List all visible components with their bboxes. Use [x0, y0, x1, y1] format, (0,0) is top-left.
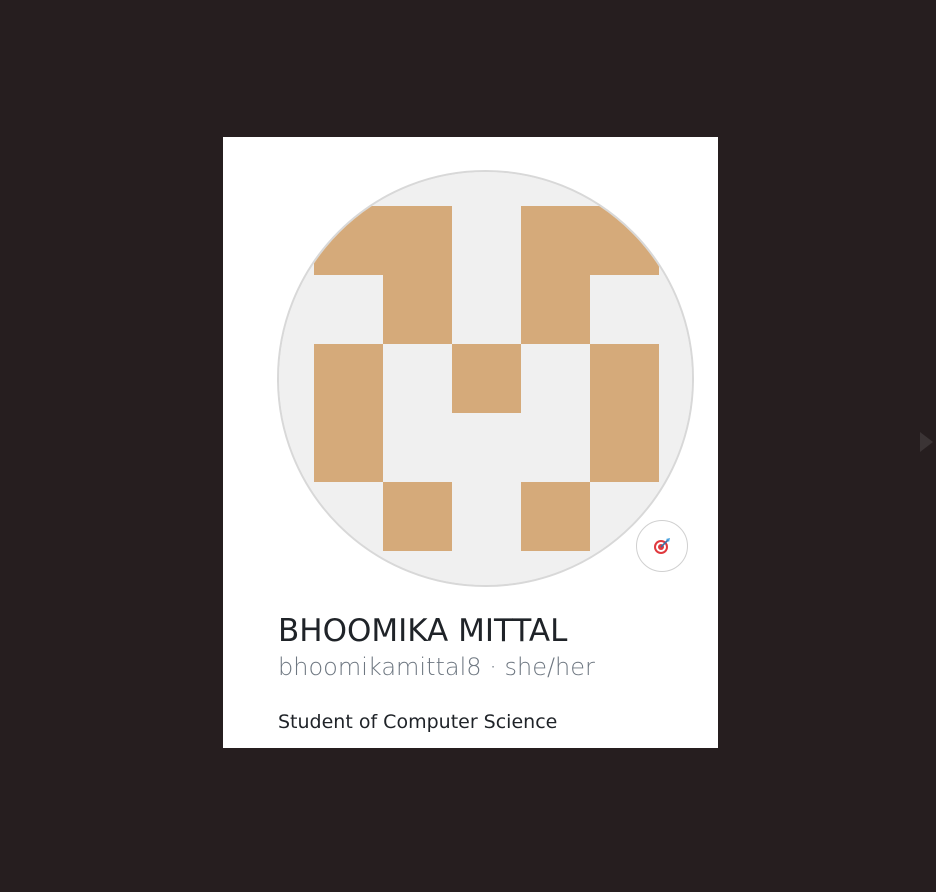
dart-target-icon [654, 538, 670, 554]
next-arrow-icon[interactable] [920, 432, 933, 452]
profile-subline: bhoomikamittal8 · she/her [278, 651, 595, 683]
avatar-container [277, 170, 694, 587]
avatar[interactable] [277, 170, 694, 587]
identicon-icon [279, 172, 692, 585]
profile-username: bhoomikamittal8 [278, 653, 482, 681]
profile-full-name: BHOOMIKA MITTAL [278, 613, 568, 649]
name-separator: · [489, 653, 497, 681]
profile-card: BHOOMIKA MITTAL bhoomikamittal8 · she/he… [223, 137, 718, 748]
profile-bio: Student of Computer Science [278, 711, 558, 733]
set-status-button[interactable] [636, 520, 688, 572]
profile-pronouns: she/her [504, 653, 595, 681]
